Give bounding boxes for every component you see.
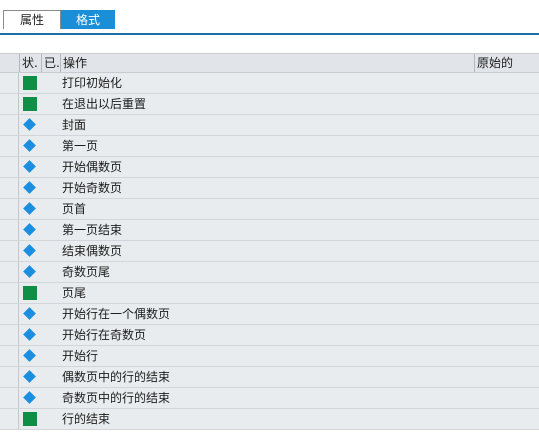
action-label: 在退出以后重置 (62, 97, 147, 111)
tab-underline (0, 33, 539, 35)
action-label: 行的结束 (62, 412, 111, 426)
table-row[interactable]: 第一页 (0, 136, 539, 157)
action-label: 开始行在一个偶数页 (62, 307, 171, 321)
table-row[interactable]: 页首 (0, 199, 539, 220)
tab-format[interactable]: 格式 (61, 10, 115, 29)
column-divider[interactable] (60, 54, 61, 72)
column-header-status[interactable]: 状. (22, 54, 42, 72)
table-row[interactable]: 第一页结束 (0, 220, 539, 241)
blue-diamond-icon (23, 370, 36, 383)
action-label: 第一页结束 (62, 223, 123, 237)
column-divider[interactable] (19, 54, 20, 72)
tab-properties[interactable]: 属性 (3, 10, 61, 29)
column-header-original[interactable]: 原始的 (477, 54, 537, 72)
blue-diamond-icon (23, 307, 36, 320)
row-selector[interactable] (0, 367, 19, 387)
row-selector[interactable] (0, 178, 19, 198)
action-label: 奇数页中的行的结束 (62, 391, 171, 405)
action-label: 页尾 (62, 286, 87, 300)
blue-diamond-icon (23, 139, 36, 152)
action-label: 开始行在奇数页 (62, 328, 147, 342)
blue-diamond-icon (23, 328, 36, 341)
row-selector[interactable] (0, 136, 19, 156)
blue-diamond-icon (23, 202, 36, 215)
action-table: 状. 已. 操作 原始的 打印初始化在退出以后重置 封面第一页开始偶数页开始奇数页… (0, 53, 539, 430)
row-selector[interactable] (0, 325, 19, 345)
row-selector[interactable] (0, 346, 19, 366)
action-label: 第一页 (62, 139, 99, 153)
table-row[interactable]: 行的结束 (0, 409, 539, 430)
row-selector[interactable] (0, 409, 19, 429)
row-selector[interactable] (0, 157, 19, 177)
table-row[interactable]: 打印初始化 (0, 73, 539, 94)
table-header: 状. 已. 操作 原始的 (0, 53, 539, 73)
green-square-icon (23, 76, 37, 90)
row-selector[interactable] (0, 283, 19, 303)
row-selector[interactable] (0, 199, 19, 219)
action-label: 开始行 (62, 349, 99, 363)
row-selector[interactable] (0, 241, 19, 261)
blue-diamond-icon (23, 265, 36, 278)
blue-diamond-icon (23, 118, 36, 131)
blue-diamond-icon (23, 349, 36, 362)
table-row[interactable]: 封面 (0, 115, 539, 136)
table-row[interactable]: 偶数页中的行的结束 (0, 367, 539, 388)
blue-diamond-icon (23, 223, 36, 236)
table-body: 打印初始化在退出以后重置 封面第一页开始偶数页开始奇数页页首第一页结束结束偶数页奇… (0, 73, 539, 430)
action-label: 页首 (62, 202, 87, 216)
green-square-icon (23, 412, 37, 426)
table-row[interactable]: 奇数页尾 (0, 262, 539, 283)
table-row[interactable]: 开始行在奇数页 (0, 325, 539, 346)
green-square-icon (23, 97, 37, 111)
row-selector[interactable] (0, 262, 19, 282)
row-selector[interactable] (0, 220, 19, 240)
blue-diamond-icon (23, 181, 36, 194)
table-row[interactable]: 开始行 (0, 346, 539, 367)
blue-diamond-icon (23, 244, 36, 257)
blue-diamond-icon (23, 391, 36, 404)
column-header-action[interactable]: 操作 (63, 54, 471, 72)
column-divider[interactable] (41, 54, 42, 72)
action-label: 奇数页尾 (62, 265, 111, 279)
table-row[interactable]: 奇数页中的行的结束 (0, 388, 539, 409)
table-row[interactable]: 结束偶数页 (0, 241, 539, 262)
table-row[interactable]: 页尾 (0, 283, 539, 304)
action-label: 开始偶数页 (62, 160, 123, 174)
row-selector[interactable] (0, 388, 19, 408)
action-label: 偶数页中的行的结束 (62, 370, 171, 384)
table-row[interactable]: 在退出以后重置 (0, 94, 539, 115)
table-row[interactable]: 开始行在一个偶数页 (0, 304, 539, 325)
row-selector[interactable] (0, 94, 19, 114)
row-selector[interactable] (0, 304, 19, 324)
action-label: 打印初始化 (62, 76, 123, 90)
table-row[interactable]: 开始奇数页 (0, 178, 539, 199)
row-selector[interactable] (0, 73, 19, 93)
action-label: 封面 (62, 118, 87, 132)
tab-bar: 属性 格式 (0, 0, 539, 36)
column-divider[interactable] (474, 54, 475, 72)
row-selector[interactable] (0, 115, 19, 135)
blue-diamond-icon (23, 160, 36, 173)
green-square-icon (23, 286, 37, 300)
column-header-done[interactable]: 已. (44, 54, 60, 72)
action-label: 结束偶数页 (62, 244, 123, 258)
table-row[interactable]: 开始偶数页 (0, 157, 539, 178)
action-label: 开始奇数页 (62, 181, 123, 195)
